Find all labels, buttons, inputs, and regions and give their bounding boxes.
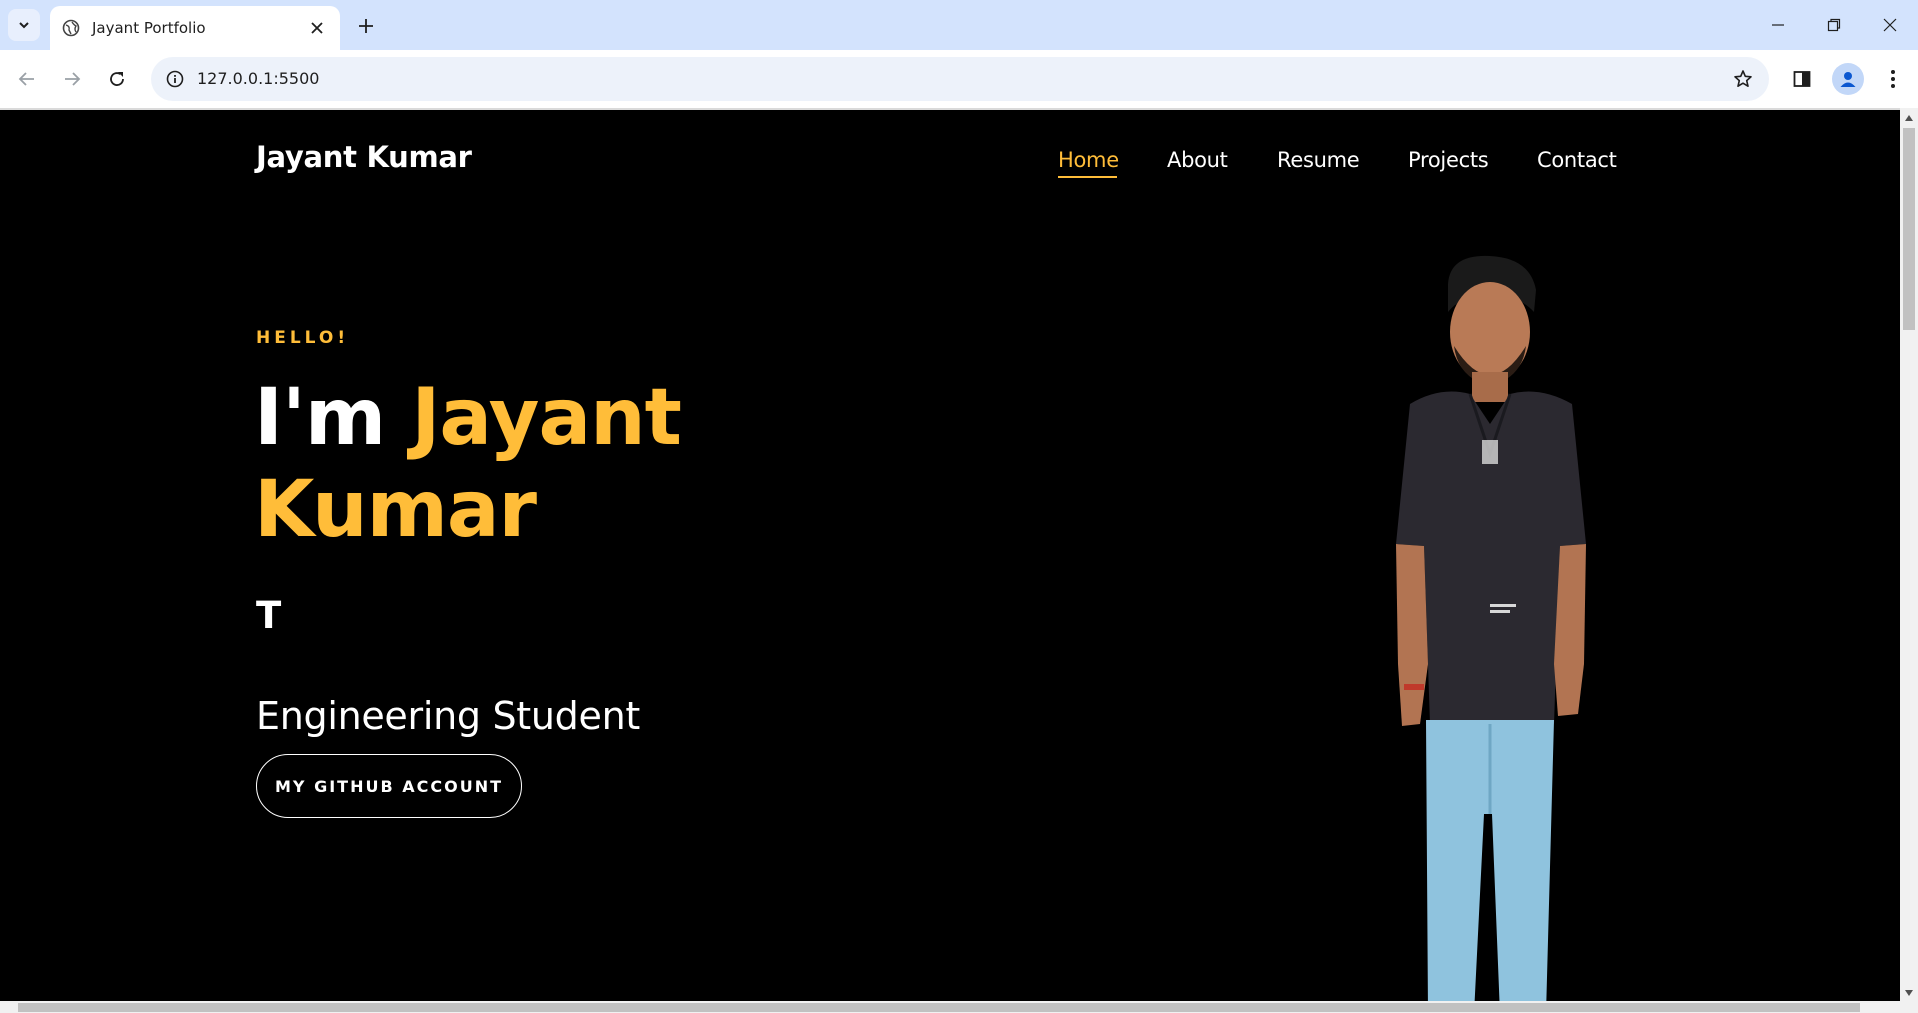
nav-link-about[interactable]: About [1167,148,1228,172]
browser-tab-strip: Jayant Portfolio [0,0,1918,50]
menu-button[interactable] [1877,63,1909,95]
close-window-button[interactable] [1862,0,1918,50]
close-icon [1883,18,1897,32]
typed-text: T [256,594,282,637]
side-panel-icon [1793,71,1811,87]
vertical-scrollbar[interactable] [1900,108,1918,1001]
star-icon[interactable] [1731,67,1755,91]
nav-link-resume[interactable]: Resume [1277,148,1360,172]
restore-button[interactable] [1806,0,1862,50]
reload-icon [110,72,124,86]
hero-greeting: HELLO! [256,328,350,348]
minimize-button[interactable] [1750,0,1806,50]
new-tab-button[interactable] [352,12,380,40]
divider [0,108,1918,110]
side-panel-button[interactable] [1786,63,1818,95]
profile-button[interactable] [1832,63,1864,95]
minimize-icon [1772,24,1784,26]
info-icon[interactable] [163,67,187,91]
profile-photo [1396,255,1586,1013]
active-nav-indicator [1058,176,1117,178]
page-viewport: Jayant Kumar Home About Resume Projects … [0,108,1918,1013]
scroll-down-icon[interactable] [1900,985,1918,1001]
nav-link-home[interactable]: Home [1058,148,1119,172]
nav-link-projects[interactable]: Projects [1408,148,1489,172]
browser-toolbar: 127.0.0.1:5500 [0,50,1918,108]
hero-name-last: Kumar [254,465,537,555]
arrow-right-icon [65,72,81,86]
restore-icon [1827,18,1841,32]
url-text: 127.0.0.1:5500 [197,69,320,88]
kebab-menu-icon [1891,70,1895,88]
hero-intro: I'm [254,373,386,463]
hero-headline: I'm Jayant Kumar [254,372,682,556]
globe-icon [62,19,80,37]
address-bar[interactable]: 127.0.0.1:5500 [151,57,1769,101]
chevron-down-icon [19,22,29,29]
plus-icon [359,19,373,33]
site-nav: Home About Resume Projects Contact [0,148,1900,188]
tab-search-button[interactable] [8,9,40,41]
horizontal-scrollbar[interactable] [0,1001,1918,1013]
nav-link-contact[interactable]: Contact [1537,148,1617,172]
horizontal-scroll-thumb[interactable] [18,1003,1860,1012]
hero-name-first: Jayant [411,373,682,463]
profile-icon [1840,72,1856,87]
reload-button[interactable] [99,61,135,97]
forward-button[interactable] [54,61,90,97]
hero-subtitle: Engineering Student [256,694,640,738]
back-button[interactable] [9,61,45,97]
browser-tab[interactable]: Jayant Portfolio [50,6,340,50]
close-icon[interactable] [306,17,328,39]
github-button[interactable]: MY GITHUB ACCOUNT [256,754,522,818]
scroll-up-icon[interactable] [1900,110,1918,126]
tab-title: Jayant Portfolio [92,19,206,37]
vertical-scroll-thumb[interactable] [1903,128,1915,330]
arrow-left-icon [18,72,34,86]
